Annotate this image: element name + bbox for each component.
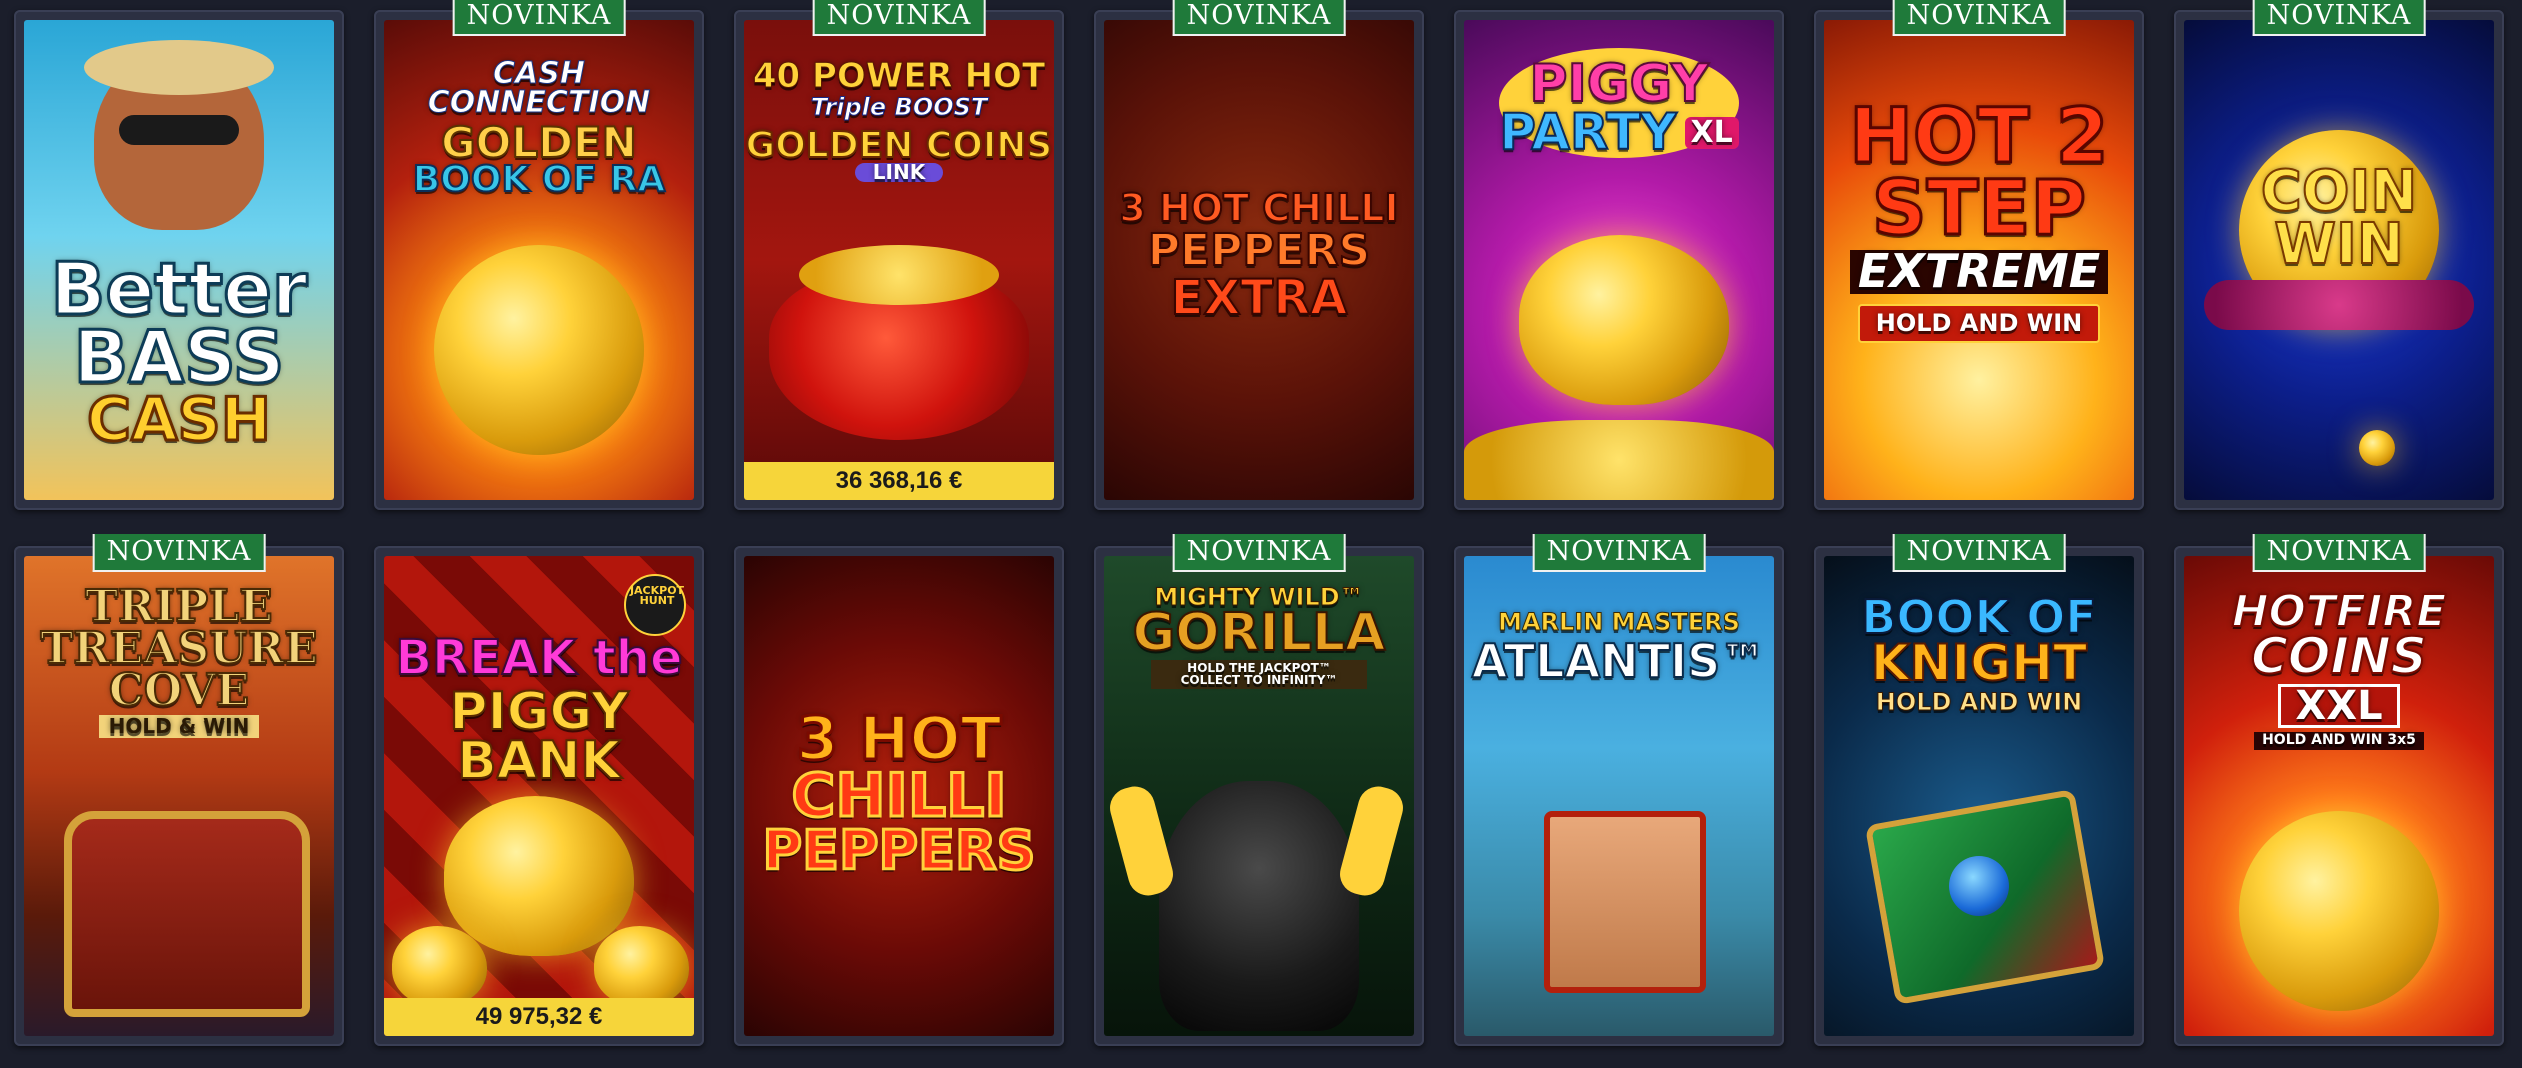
game-title-line-1: 40 POWER HOT bbox=[752, 56, 1046, 96]
game-tile-mighty-wild-gorilla[interactable]: NOVINKA MIGHTY WILD™ GORILLA HOLD THE JA… bbox=[1094, 534, 1424, 1046]
game-title-line-2: PARTY bbox=[1498, 103, 1677, 162]
jackpot-amount: 49 975,32 € bbox=[384, 998, 694, 1036]
new-badge: NOVINKA bbox=[1172, 534, 1346, 572]
game-tile-golden-book-of-ra[interactable]: NOVINKA CASH CONNECTION GOLDEN BOOK OF R… bbox=[374, 0, 704, 510]
game-title-line-2: CHILLI bbox=[790, 761, 1008, 831]
game-title-line-2: KNIGHT bbox=[1870, 633, 2088, 692]
game-title-line-3: HOLD THE JACKPOT™ COLLECT TO INFINITY™ bbox=[1151, 660, 1367, 689]
new-badge: NOVINKA bbox=[1172, 0, 1346, 36]
golden-book-icon bbox=[434, 245, 644, 455]
new-badge: NOVINKA bbox=[1532, 534, 1706, 572]
game-title-line-1: 3 HOT bbox=[795, 704, 1003, 774]
game-tile-triple-treasure-cove[interactable]: NOVINKA TRIPLE TREASURE COVE HOLD & WIN bbox=[14, 534, 344, 1046]
treasure-chest-icon bbox=[64, 811, 310, 1017]
game-tile-book-of-knight[interactable]: NOVINKA BOOK OF KNIGHT HOLD AND WIN bbox=[1814, 534, 2144, 1046]
game-title-line-1: HOT 2 bbox=[1848, 91, 2110, 180]
game-title-line-2: PEPPERS bbox=[1147, 225, 1371, 277]
game-title-line-3: XXL bbox=[2278, 684, 2400, 729]
game-title-line-4: LINK bbox=[854, 162, 944, 183]
game-title-line-1: 3 HOT CHILLI bbox=[1118, 186, 1399, 230]
game-title-line-3: COVE bbox=[108, 664, 250, 716]
banana-icon bbox=[1105, 782, 1178, 900]
poseidon-portrait bbox=[1544, 811, 1706, 993]
game-title-line-1: TRIPLE bbox=[84, 581, 273, 632]
game-title-line-1: MARLIN MASTERS bbox=[1498, 608, 1741, 636]
game-title-line-2: COINS bbox=[2250, 626, 2428, 685]
game-title-line-4: HOLD AND WIN bbox=[1857, 304, 2101, 343]
game-title-line-3: GOLDEN COINS bbox=[745, 125, 1054, 167]
small-coin-icon bbox=[2359, 430, 2395, 466]
blue-gem-icon bbox=[1949, 856, 2009, 916]
game-title-line-3: EXTRA bbox=[1170, 269, 1349, 326]
new-badge: NOVINKA bbox=[2252, 534, 2426, 572]
new-badge: NOVINKA bbox=[1892, 534, 2066, 572]
new-badge: NOVINKA bbox=[812, 0, 986, 36]
game-title-line-3: PEPPERS bbox=[761, 819, 1037, 882]
gems-row bbox=[2204, 280, 2474, 330]
game-title-line-3: BOOK OF RA bbox=[412, 158, 666, 200]
game-title-line-4: HOLD AND WIN 3x5 bbox=[2254, 732, 2424, 750]
game-tile-3-hot-chilli-peppers[interactable]: 3 HOT CHILLI PEPPERS bbox=[734, 546, 1064, 1046]
new-badge: NOVINKA bbox=[452, 0, 626, 36]
golden-piggy-icon bbox=[1519, 235, 1729, 405]
game-title-line-3: EXTREME bbox=[1849, 249, 2109, 294]
game-title-line-1: COIN bbox=[2260, 159, 2418, 224]
game-title-line-2: Triple BOOST bbox=[810, 93, 988, 122]
sunglasses-shape bbox=[119, 115, 239, 145]
game-title-line-1: Better bbox=[49, 247, 309, 331]
golden-piggy-icon bbox=[444, 796, 634, 956]
game-tile-hotfire-coins-xxl[interactable]: NOVINKA HOTFIRE COINS XXL HOLD AND WIN 3… bbox=[2174, 534, 2504, 1046]
small-piggy-icon bbox=[392, 926, 487, 1006]
game-tile-break-the-piggy-bank[interactable]: JACKPOT HUNT BREAK the PIGGY BANK 49 975… bbox=[374, 546, 704, 1046]
game-title-line-2: PIGGY BANK bbox=[448, 681, 629, 791]
game-title-line-1: BREAK the bbox=[394, 630, 683, 686]
game-tile-better-bass-cash[interactable]: Better BASS CASH bbox=[14, 10, 344, 510]
hat-shape bbox=[84, 40, 274, 95]
game-title-line-2: TREASURE bbox=[39, 622, 318, 674]
game-tile-40-power-hot[interactable]: NOVINKA 40 POWER HOT Triple BOOST GOLDEN… bbox=[734, 0, 1064, 510]
game-title-line-2: ATLANTIS™ bbox=[1471, 633, 1767, 688]
game-title-line-1: CASH CONNECTION bbox=[427, 56, 651, 120]
gorilla-illustration bbox=[1159, 781, 1359, 1031]
game-tile-3-hot-chilli-peppers-extra[interactable]: NOVINKA 3 HOT CHILLI PEPPERS EXTRA bbox=[1094, 0, 1424, 510]
game-title-line-2: BASS bbox=[72, 315, 286, 400]
game-tile-marlin-masters-atlantis[interactable]: NOVINKA MARLIN MASTERS ATLANTIS™ bbox=[1454, 534, 1784, 1046]
jackpot-hunt-label: JACKPOT HUNT bbox=[629, 584, 685, 608]
coins-pile bbox=[799, 245, 999, 305]
game-tile-piggy-party-xl[interactable]: PIGGY PARTY XL bbox=[1454, 10, 1784, 510]
game-grid: Better BASS CASH NOVINKA CASH CONNECTION… bbox=[0, 0, 2522, 1068]
game-title-line-2: STEP bbox=[1870, 163, 2087, 253]
coins-pile bbox=[1464, 420, 1774, 500]
new-badge: NOVINKA bbox=[2252, 0, 2426, 36]
new-badge: NOVINKA bbox=[1892, 0, 2066, 36]
new-badge: NOVINKA bbox=[92, 534, 266, 572]
game-title-line-4: HOLD & WIN bbox=[98, 715, 260, 739]
game-title-line-2: GORILLA bbox=[1132, 602, 1387, 663]
jackpot-amount: 36 368,16 € bbox=[744, 462, 1054, 500]
game-tile-coin-win[interactable]: NOVINKA COIN WIN bbox=[2174, 0, 2504, 510]
game-title-line-3: CASH bbox=[86, 384, 273, 455]
game-title-line-1: PIGGY bbox=[1528, 54, 1709, 114]
game-title-line-3: XL bbox=[1684, 116, 1739, 150]
game-title-line-3: HOLD AND WIN bbox=[1875, 688, 2083, 717]
fire-coin-icon bbox=[2239, 811, 2439, 1011]
small-piggy-icon bbox=[594, 926, 689, 1006]
game-title-line-2: GOLDEN bbox=[440, 118, 638, 167]
game-title-line-2: WIN bbox=[2273, 212, 2404, 278]
game-tile-hot-step-2-extreme[interactable]: NOVINKA HOT 2 STEP EXTREME HOLD AND WIN bbox=[1814, 0, 2144, 510]
